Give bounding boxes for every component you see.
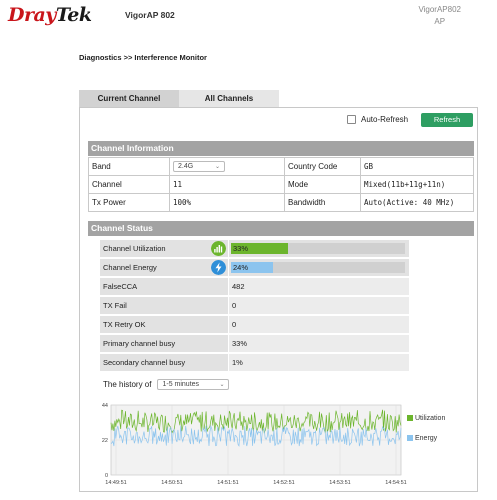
refresh-button[interactable]: Refresh (421, 113, 473, 127)
bandwidth-label: Bandwidth (284, 193, 361, 212)
channel-value: 11 (169, 175, 285, 194)
auto-refresh-checkbox[interactable] (347, 115, 356, 124)
tab-bar: Current Channel All Channels (79, 90, 279, 107)
status-row-primary-busy: Primary channel busy 33% (100, 335, 409, 352)
bandwidth-value: Auto(Active: 40 MHz) (360, 193, 474, 212)
status-row-tx-retry-ok: TX Retry OK 0 (100, 316, 409, 333)
chart-legend-label: Utilization (415, 415, 445, 422)
chart-x-tick-label: 14:49:51 (105, 480, 126, 486)
tab-current-channel[interactable]: Current Channel (79, 90, 179, 107)
chart-x-tick-label: 14:53:51 (329, 480, 350, 486)
chart-y-tick-label: 44 (102, 403, 108, 409)
device-name: VigorAP802 AP (418, 5, 461, 26)
mode-value: Mixed(11b+11g+11n) (360, 175, 474, 194)
chart-x-tick-label: 14:50:51 (161, 480, 182, 486)
chart-legend-swatch (407, 435, 413, 441)
country-code-value: GB (360, 157, 474, 176)
country-code-label: Country Code (284, 157, 361, 176)
chart-x-tick-label: 14:54:51 (385, 480, 406, 486)
interference-history-chart: 14:49:51 14:50:51 14:51:51 14:52:51 14:53:51… (102, 403, 446, 486)
tab-all-channels[interactable]: All Channels (179, 90, 279, 107)
utilization-bar: 33% (231, 243, 405, 254)
chevron-down-icon: ⌄ (214, 164, 220, 170)
status-row-tx-fail: TX Fail 0 (100, 297, 409, 314)
chart-x-tick-label: 14:51:51 (217, 480, 238, 486)
channel-label: Channel (88, 175, 170, 194)
signal-bars-icon (211, 241, 226, 256)
draytek-logo[interactable]: DrayTek (8, 4, 92, 26)
history-selector: The history of 1-5 minutes ⌄ (103, 379, 230, 390)
status-row-falsecca: FalseCCA 482 (100, 278, 409, 295)
chart-y-tick-label: 0 (105, 473, 108, 479)
chart-y-tick-label: 22 (102, 438, 108, 444)
header: DrayTek VigorAP 802 VigorAP802 AP (0, 0, 497, 30)
band-label: Band (88, 157, 170, 176)
auto-refresh[interactable]: Auto-Refresh (347, 115, 408, 124)
auto-refresh-label: Auto-Refresh (361, 115, 409, 124)
model-name: VigorAP 802 (125, 10, 175, 20)
energy-bar: 24% (231, 262, 405, 273)
chart-legend-label: Energy (415, 435, 438, 442)
history-label: The history of (103, 380, 152, 389)
channel-status-header: Channel Status (88, 221, 474, 236)
chart-x-tick-label: 14:52:51 (273, 480, 294, 486)
channel-information-header: Channel Information (88, 141, 474, 156)
chart-legend-swatch (407, 415, 413, 421)
status-row-secondary-busy: Secondary channel busy 1% (100, 354, 409, 371)
chevron-down-icon: ⌄ (219, 382, 225, 388)
status-row-energy: Channel Energy 24% (100, 259, 409, 276)
status-row-utilization: Channel Utilization 33% (100, 240, 409, 257)
history-select[interactable]: 1-5 minutes ⌄ (157, 379, 230, 390)
channel-information-table: Band 2.4G ⌄ Country Code GB Channel 11 Mo… (88, 157, 474, 212)
lightning-icon (211, 260, 226, 275)
tx-power-label: Tx Power (88, 193, 170, 212)
tx-power-value: 100% (169, 193, 285, 212)
mode-label: Mode (284, 175, 361, 194)
band-select[interactable]: 2.4G ⌄ (173, 161, 225, 172)
breadcrumb: Diagnostics >> Interference Monitor (79, 53, 207, 62)
